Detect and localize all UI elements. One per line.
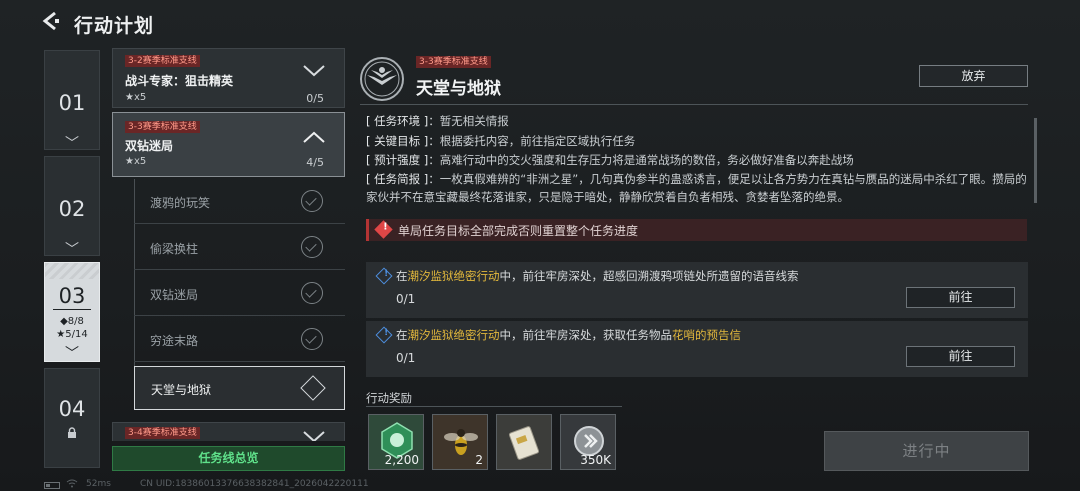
sub-mission-selected[interactable]: 天堂与地狱	[134, 366, 345, 410]
chevron-down-icon	[302, 61, 326, 83]
warning-icon	[374, 220, 393, 239]
mission-name: 双钻迷局	[125, 139, 174, 153]
season-tag: 3-3赛季标准支线	[416, 56, 491, 68]
task-item: 在潮汐监狱绝密行动中，前往牢房深处，超感回溯渡鸦项链处所遗留的语音线索 0/1 …	[366, 262, 1028, 318]
battery-icon	[44, 482, 60, 489]
sub-mission-label: 渡鸦的玩笑	[150, 196, 211, 210]
info-briefing: [ 任务简报 ]：一枚真假难辨的“非洲之星”，几句真伪参半的蛊惑诱言，便足以让各…	[366, 172, 1027, 204]
reward-label: 行动奖励	[366, 391, 412, 405]
chevron-down-icon: ﹀	[65, 242, 79, 258]
sub-mission[interactable]: 渡鸦的玩笑	[134, 180, 345, 224]
go-button[interactable]: 前往	[906, 346, 1015, 367]
warning-text: 单局任务目标全部完成否则重置整个任务进度	[398, 224, 639, 238]
chapter-number: 03	[58, 284, 86, 308]
mission-stars: ★x5	[125, 92, 147, 103]
go-button[interactable]: 前往	[906, 287, 1015, 308]
chapter-diamond-count: ◆8/8	[60, 316, 84, 327]
mission-progress: 0/5	[306, 92, 324, 105]
reward-quantity: 350K	[580, 453, 611, 467]
chapter-02[interactable]: 02 ﹀	[44, 156, 100, 258]
mission-card[interactable]: 3-4赛季标准支线	[112, 422, 345, 441]
reward-item[interactable]: 2,200	[368, 414, 424, 470]
season-tag: 3-2赛季标准支线	[125, 55, 200, 67]
in-progress-button: 进行中	[824, 431, 1029, 471]
season-tag: 3-3赛季标准支线	[125, 121, 200, 133]
completed-medal-icon	[301, 236, 323, 258]
chapter-number: 01	[58, 91, 86, 115]
abandon-button[interactable]: 放弃	[919, 65, 1028, 87]
mission-card[interactable]: 3-2赛季标准支线 战斗专家：狙击精英 ★x5 0/5	[112, 48, 345, 108]
completed-medal-icon	[301, 190, 323, 212]
reward-item[interactable]	[496, 414, 552, 470]
sub-mission-label: 天堂与地狱	[151, 383, 212, 397]
mission-name: 战斗专家：狙击精英	[125, 74, 234, 88]
chapter-star-count: ★5/14	[56, 329, 88, 340]
chevron-up-icon	[302, 127, 326, 149]
letter-card-icon	[508, 426, 540, 460]
back-arrow-icon[interactable]	[40, 10, 66, 36]
page-title: 行动计划	[74, 15, 155, 37]
completed-medal-icon	[301, 328, 323, 350]
chevron-down-icon: ﹀	[65, 136, 79, 152]
mission-title: 天堂与地狱	[416, 79, 501, 99]
completed-medal-icon	[301, 282, 323, 304]
task-text: 在潮汐监狱绝密行动中，前往牢房深处，获取任务物品花哨的预告信	[396, 328, 741, 342]
uid-text: CN UID:18386013376638382841_202604222011…	[140, 479, 369, 489]
info-key-target: [ 关键目标 ]：根据委托内容，前往指定区域执行任务	[366, 134, 636, 148]
info-diamond-icon	[375, 267, 393, 285]
reward-quantity: 2,200	[384, 453, 419, 467]
task-progress: 0/1	[396, 351, 416, 365]
eagle-emblem-icon	[359, 56, 405, 102]
mission-list: 3-2赛季标准支线 战斗专家：狙击精英 ★x5 0/5 3-3赛季标准支线 双钻…	[112, 48, 345, 441]
divider	[366, 406, 622, 407]
reset-warning: 单局任务目标全部完成否则重置整个任务进度	[366, 219, 1027, 241]
info-intensity: [ 预计强度 ]：高难行动中的交火强度和生存压力将是通常战场的数倍，务必做好准备…	[366, 153, 854, 167]
in-progress-diamond-icon	[300, 375, 326, 401]
info-diamond-icon	[375, 326, 393, 344]
sub-mission-label: 偷梁换柱	[150, 242, 199, 256]
chapter-number: 04	[58, 397, 86, 421]
reward-quantity: 2	[475, 453, 483, 467]
chapter-number: 02	[58, 197, 86, 221]
mission-progress: 4/5	[306, 156, 324, 169]
chapter-03[interactable]: 03 ◆8/8 ★5/14 ﹀	[44, 262, 100, 362]
reward-item[interactable]: 350K	[560, 414, 616, 470]
mission-card-expanded[interactable]: 3-3赛季标准支线 双钻迷局 ★x5 4/5	[112, 112, 345, 177]
season-tag: 3-4赛季标准支线	[125, 427, 200, 439]
task-progress: 0/1	[396, 292, 416, 306]
chapter-01[interactable]: 01 ﹀	[44, 50, 100, 152]
mission-line-overview-button[interactable]: 任务线总览	[112, 446, 345, 471]
chapter-04[interactable]: 04	[44, 368, 100, 468]
sub-mission[interactable]: 穷途末路	[134, 318, 345, 362]
sub-mission[interactable]: 偷梁换柱	[134, 226, 345, 270]
task-text: 在潮汐监狱绝密行动中，前往牢房深处，超感回溯渡鸦项链处所遗留的语音线索	[396, 269, 799, 283]
wifi-icon	[66, 479, 78, 491]
chevron-down-icon: ﹀	[65, 346, 79, 362]
divider	[360, 104, 1028, 105]
lock-icon	[45, 427, 99, 442]
mission-stars: ★x5	[125, 156, 147, 167]
chevron-down-icon	[302, 427, 326, 441]
sub-mission[interactable]: 双钻迷局	[134, 272, 345, 316]
sub-mission-label: 穷途末路	[150, 334, 199, 348]
ping-text: 52ms	[86, 479, 111, 489]
task-item: 在潮汐监狱绝密行动中，前往牢房深处，获取任务物品花哨的预告信 0/1 前往	[366, 321, 1028, 377]
scrollbar[interactable]	[1034, 118, 1037, 203]
sub-mission-label: 双钻迷局	[150, 288, 199, 302]
info-environment: [ 任务环境 ]：暂无相关情报	[366, 114, 509, 128]
reward-item[interactable]: 2	[432, 414, 488, 470]
